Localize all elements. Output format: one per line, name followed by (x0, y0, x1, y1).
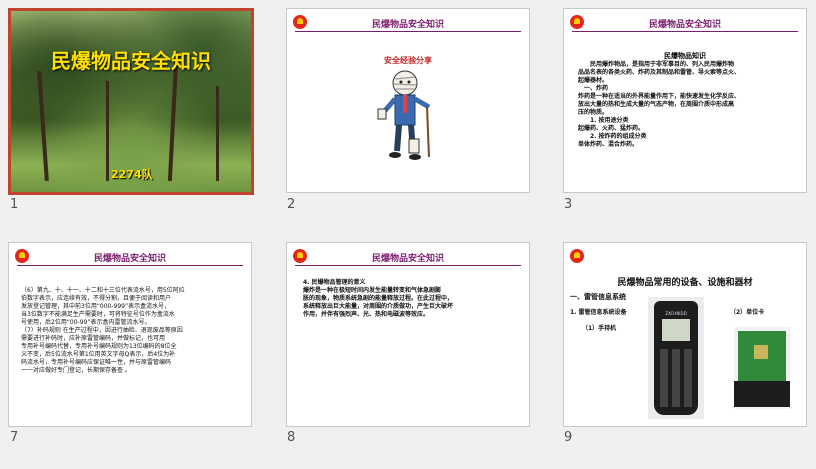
title-divider (295, 265, 521, 266)
slide-1-subtitle: 2274队 (111, 168, 153, 181)
title-divider (17, 265, 243, 266)
slide-3-heading: 民爆物品知识 (664, 52, 706, 60)
company-logo-icon (570, 249, 584, 263)
slide-7-body: （6）第九、十、十一、十二和十三位代表流水号，用5位阿拉 伯数字表示，应连续有效… (21, 287, 185, 374)
unit-card-image (734, 327, 790, 409)
slide-9-subsection: 1. 雷管信息系统设备 (570, 309, 627, 316)
slide-8-title: 民爆物品安全知识 (371, 254, 444, 264)
slide-number-3: 3 (564, 197, 573, 212)
slide-number-9: 9 (564, 430, 573, 445)
slide-thumbnail-2[interactable]: 民爆物品安全知识 安全经验分享 (286, 8, 530, 193)
forest-background-image (11, 11, 251, 192)
slide-thumbnail-3[interactable]: 民爆物品安全知识 民爆物品知识 民用爆炸物品，是指用于非军事目的、列入民用爆炸物… (563, 8, 807, 193)
title-divider (572, 31, 798, 32)
handheld-terminal-image: ZXCHNIDD (648, 297, 704, 419)
slide-thumbnail-1[interactable]: 民爆物品安全知识 2274队 (8, 8, 254, 195)
slide-3-title: 民爆物品安全知识 (648, 20, 721, 30)
slide-number-1: 1 (10, 197, 19, 212)
slide-9-title: 民爆物品常用的设备、设施和器材 (617, 278, 753, 288)
slide-2-caption: 安全经验分享 (384, 56, 432, 65)
slide-thumbnail-9[interactable]: 民爆物品常用的设备、设施和器材 一、雷管信息系统 1. 雷管信息系统设备 （1）… (563, 242, 807, 427)
title-divider (295, 31, 521, 32)
slide-9-section: 一、雷管信息系统 (570, 293, 626, 301)
slide-7-title: 民爆物品安全知识 (93, 254, 166, 264)
slide-1-title: 民爆物品安全知识 (51, 49, 211, 73)
slide-3-body: 民用爆炸物品，是指用于非军事目的、列入民用爆炸物 品品名表的各类火药、炸药及其制… (578, 61, 741, 148)
slide-number-8: 8 (287, 430, 296, 445)
slide-9-handheld-label: （1）手持机 (582, 325, 617, 332)
slide-thumbnail-8[interactable]: 民爆物品安全知识 4. 民爆物品管理的意义 爆炸是一种在极短时间内发生能量转变和… (286, 242, 530, 427)
slide-thumbnail-7[interactable]: 民爆物品安全知识 （6）第九、十、十一、十二和十三位代表流水号，用5位阿拉 伯数… (8, 242, 252, 427)
injured-worker-cartoon (377, 70, 431, 160)
slide-2-title: 民爆物品安全知识 (371, 20, 444, 30)
slide-8-body: 4. 民爆物品管理的意义 爆炸是一种在极短时间内发生能量转变和气体急剧膨 胀的现… (303, 279, 454, 318)
slide-9-card-label: （2）单位卡 (730, 309, 765, 316)
slide-number-2: 2 (287, 197, 296, 212)
slide-number-7: 7 (10, 430, 19, 445)
